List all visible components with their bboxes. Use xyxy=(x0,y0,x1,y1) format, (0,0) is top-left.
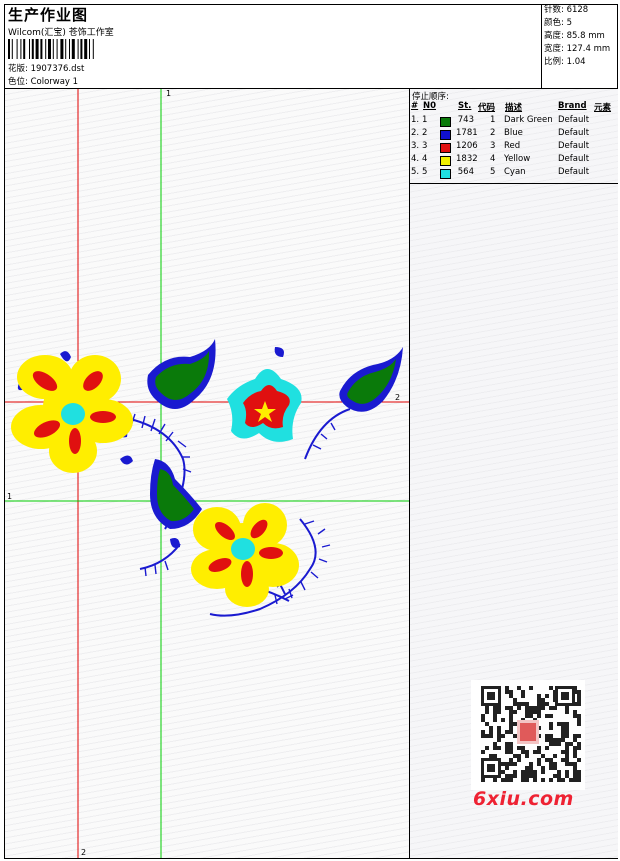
row-code: 1 xyxy=(490,115,496,125)
design-canvas[interactable]: 1 2 1 2 xyxy=(5,89,409,858)
row-description: Dark Green xyxy=(504,115,553,125)
col-header-desc: 描述 xyxy=(505,103,523,113)
col-header-st: St. xyxy=(458,101,472,111)
row-description: Yellow xyxy=(504,154,531,164)
stat-label: 颜色: xyxy=(544,18,564,28)
color-swatch xyxy=(440,143,451,153)
stop-table-header: # N0 St. 代码 描述 Brand 元素 xyxy=(410,101,618,113)
pattern-label: 花版: xyxy=(8,64,28,74)
stat-width: 宽度: 127.4 mm xyxy=(542,43,618,56)
axis-label-green-left: 1 xyxy=(7,492,13,501)
color-swatch xyxy=(440,169,451,179)
pattern-file: 花版: 1907376.dst xyxy=(8,62,84,74)
studio-subtitle: Wilcom(汇宝) 苍饰工作室 xyxy=(8,28,114,38)
axis-label-green-top: 1 xyxy=(166,89,172,98)
stat-colors: 颜色: 5 xyxy=(542,17,618,30)
row-n: 3 xyxy=(422,141,428,151)
stop-table-row: 4. 4 1832 4 Yellow Default xyxy=(410,154,618,167)
colorway-label: 色位: xyxy=(8,77,28,87)
axis-label-red-right: 2 xyxy=(395,393,401,402)
row-num: 2. xyxy=(411,128,420,138)
row-stitches: 564 xyxy=(457,167,474,177)
row-stitches: 1206 xyxy=(456,141,478,151)
row-description: Blue xyxy=(504,128,523,138)
row-brand: Default xyxy=(558,154,590,164)
leaf-top-center xyxy=(147,339,216,409)
col-header-n: N0 xyxy=(423,101,437,111)
col-header-num: # xyxy=(411,101,419,111)
stat-stitches: 针数: 6128 xyxy=(542,4,618,17)
stat-label: 针数: xyxy=(544,5,564,15)
stat-label: 宽度: xyxy=(544,44,564,54)
stop-table-row: 5. 5 564 5 Cyan Default xyxy=(410,167,618,180)
qr-code-graphic xyxy=(481,686,581,782)
row-num: 3. xyxy=(411,141,420,151)
row-description: Cyan xyxy=(504,167,526,177)
col-header-brand: Brand xyxy=(558,101,587,111)
header-info: 生产作业图 Wilcom(汇宝) 苍饰工作室 花版: 1907376.dst 色… xyxy=(6,4,536,88)
colorway-value: Colorway 1 xyxy=(30,77,79,87)
row-stitches: 743 xyxy=(457,115,474,125)
embroidery-design xyxy=(5,89,409,858)
row-code: 4 xyxy=(490,154,496,164)
stat-label: 高度: xyxy=(544,31,564,41)
row-brand: Default xyxy=(558,167,590,177)
color-swatch xyxy=(440,117,451,127)
watermark-brand: 6xiu.com xyxy=(473,788,574,810)
qr-code-icon xyxy=(471,680,585,790)
row-n: 2 xyxy=(422,128,428,138)
stat-scale: 比例: 1.04 xyxy=(542,56,618,69)
leaf-center xyxy=(150,459,202,529)
row-brand: Default xyxy=(558,115,590,125)
stat-height: 高度: 85.8 mm xyxy=(542,30,618,43)
col-header-element: 元素 xyxy=(594,103,612,113)
flower-top-left xyxy=(11,355,133,473)
row-stitches: 1781 xyxy=(456,128,478,138)
stat-value: 5 xyxy=(566,18,572,28)
stop-table-row: 3. 3 1206 3 Red Default xyxy=(410,141,618,154)
row-num: 4. xyxy=(411,154,420,164)
row-num: 1. xyxy=(411,115,420,125)
row-n: 1 xyxy=(422,115,428,125)
stop-table-row: 1. 1 743 1 Dark Green Default xyxy=(410,115,618,128)
row-n: 4 xyxy=(422,154,428,164)
page-title: 生产作业图 xyxy=(8,6,89,24)
stat-value: 85.8 mm xyxy=(566,31,605,41)
row-code: 2 xyxy=(490,128,496,138)
flower-star xyxy=(227,369,302,442)
row-brand: Default xyxy=(558,128,590,138)
row-description: Red xyxy=(504,141,521,151)
row-code: 5 xyxy=(490,167,496,177)
stop-table-row: 2. 2 1781 2 Blue Default xyxy=(410,128,618,141)
stat-value: 1.04 xyxy=(566,57,586,67)
pattern-value: 1907376.dst xyxy=(30,64,85,74)
row-brand: Default xyxy=(558,141,590,151)
stat-label: 比例: xyxy=(544,57,564,67)
stop-table-bottom-line xyxy=(410,183,618,184)
stats-panel: 针数: 6128 颜色: 5 高度: 85.8 mm 宽度: 127.4 mm … xyxy=(541,4,618,88)
barcode-icon xyxy=(8,39,94,59)
colorway: 色位: Colorway 1 xyxy=(8,75,78,87)
color-swatch xyxy=(440,130,451,140)
stat-value: 127.4 mm xyxy=(566,44,611,54)
row-num: 5. xyxy=(411,167,420,177)
color-swatch xyxy=(440,156,451,166)
axis-label-red-bottom: 2 xyxy=(81,848,87,857)
row-code: 3 xyxy=(490,141,496,151)
row-n: 5 xyxy=(422,167,428,177)
col-header-code: 代码 xyxy=(478,103,496,113)
row-stitches: 1832 xyxy=(456,154,478,164)
stat-value: 6128 xyxy=(566,5,589,15)
